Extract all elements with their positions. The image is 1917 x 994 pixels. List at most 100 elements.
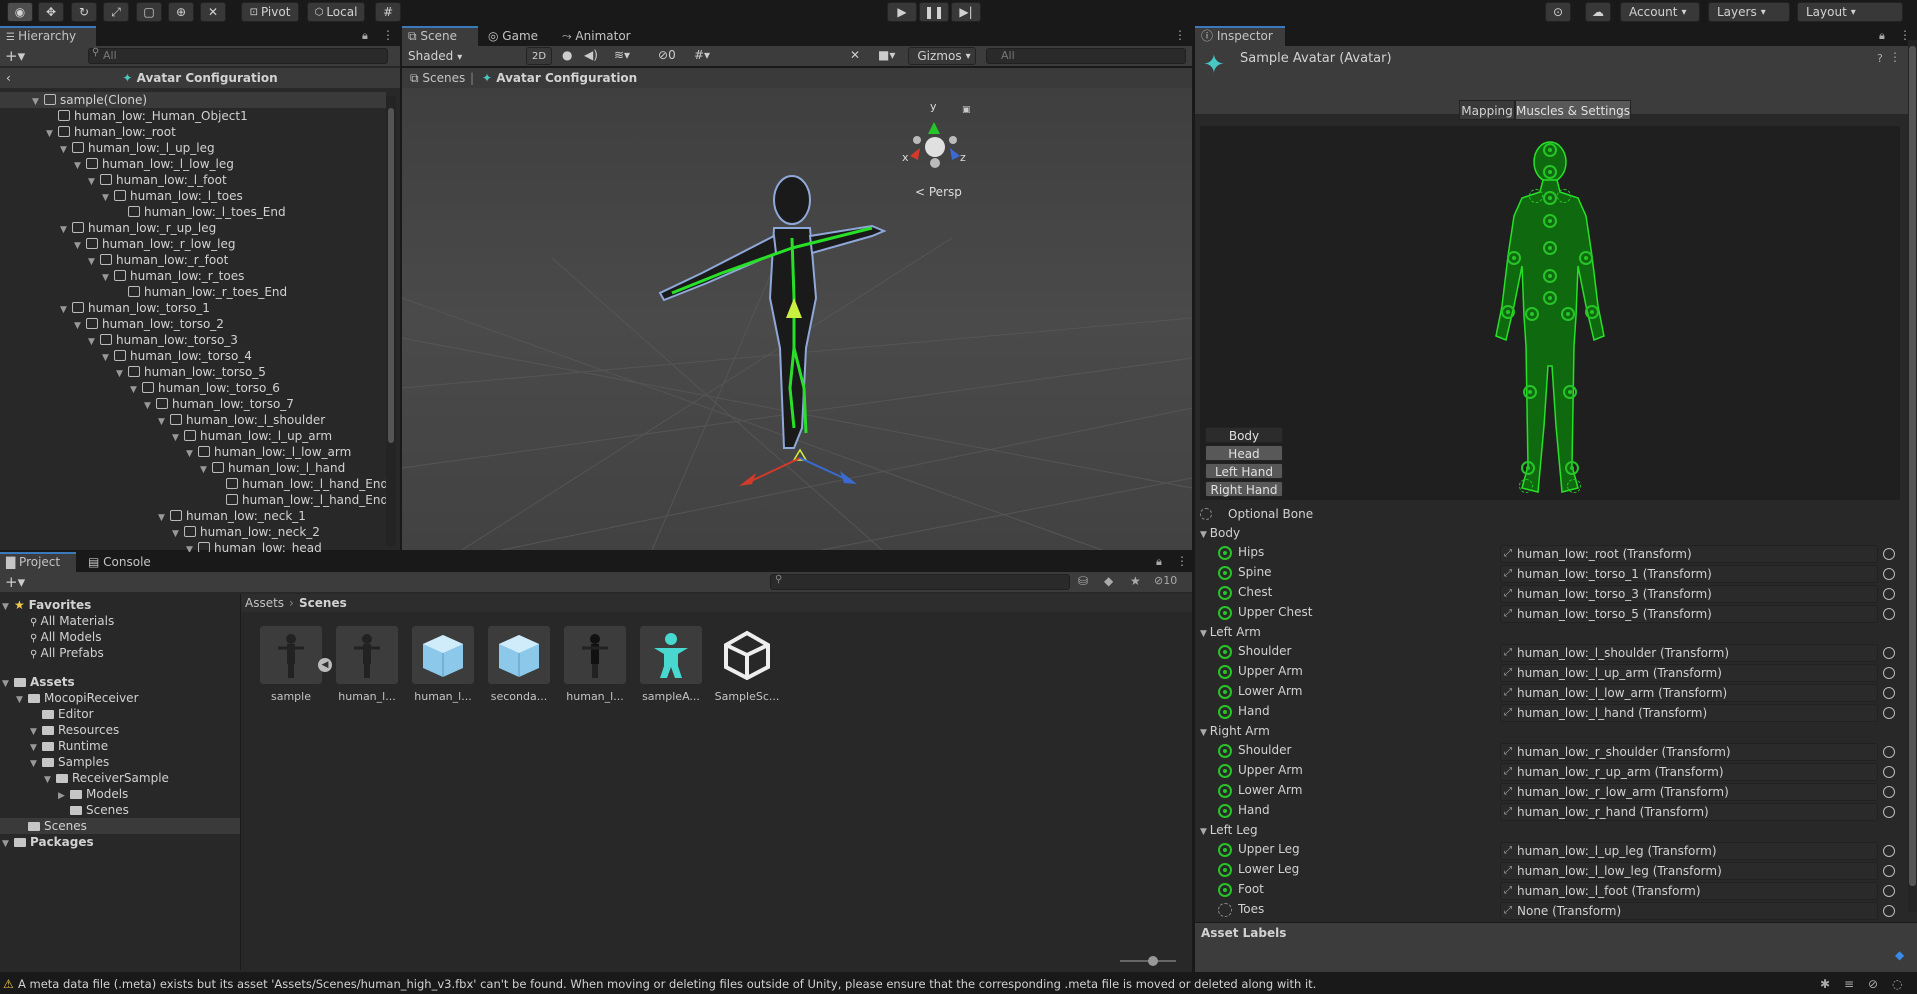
bone-transform-field[interactable]: ⤢ human_low:_l_low_arm (Transform) [1500,684,1878,702]
expand-arrow-icon[interactable]: ▼ [2,676,14,692]
folder-item[interactable]: ▼ Resources [30,722,119,738]
expand-arrow-icon[interactable]: ▼ [74,238,86,254]
hierarchy-item[interactable]: ▼ human_low:_torso_2 [74,316,224,332]
rotate-tool-button[interactable]: ↻ [71,2,97,22]
object-picker-icon[interactable] [1883,885,1895,897]
play-button[interactable]: ▶ [887,2,917,22]
bone-dot-icon[interactable] [1543,143,1557,157]
mapping-tab[interactable]: Mapping [1459,100,1515,120]
hierarchy-item[interactable]: ▼ human_low:_torso_6 [130,380,280,396]
expand-arrow-icon[interactable]: ▼ [60,222,72,238]
expand-arrow-icon[interactable]: ▼ [200,462,212,478]
bone-mapped-icon[interactable] [1218,685,1232,699]
hierarchy-scrollbar[interactable] [386,96,396,546]
bone-dot-icon[interactable] [1523,385,1537,399]
panel-menu-icon[interactable]: ⋮ [382,28,394,42]
favorite-star-icon[interactable]: ★ [1130,574,1141,588]
hierarchy-item[interactable]: ▼ human_low:_l_up_leg [60,140,215,156]
breadcrumb-scenes-folder[interactable]: Scenes [299,594,347,612]
progress-icon[interactable]: ⊘ [1868,974,1878,994]
tab-scene[interactable]: ⧉ Scene [402,26,478,46]
hierarchy-search-input[interactable]: All [88,48,388,64]
asset-item[interactable]: seconda... [484,622,554,712]
view-head-button[interactable]: Head [1205,445,1283,461]
hierarchy-item[interactable]: ▼ human_low:_l_low_arm [186,444,351,460]
hierarchy-item[interactable]: human_low:_r_toes_End [116,284,287,300]
cache-icon[interactable]: ≡ [1844,974,1854,994]
local-button[interactable]: ⬡ Local [307,2,365,22]
expand-arrow-icon[interactable]: ▼ [172,430,184,446]
bone-dot-icon[interactable] [1543,291,1557,305]
tab-console[interactable]: ▤ Console [82,552,162,572]
expand-arrow-icon[interactable]: ▼ [172,526,184,542]
expand-arrow-icon[interactable]: ▼ [46,126,58,142]
object-picker-icon[interactable] [1883,707,1895,719]
folder-item[interactable]: Editor [30,706,94,722]
tag-icon[interactable]: ◆ [1895,948,1904,962]
project-menu-icon[interactable]: ⋮ [1176,554,1188,568]
bone-dot-icon[interactable] [1543,241,1557,255]
rect-tool-button[interactable]: ▢ [136,2,162,22]
hierarchy-item[interactable]: ▼ human_low:_l_toes [102,188,243,204]
camera-icon[interactable]: ■▾ [878,48,895,62]
object-picker-icon[interactable] [1883,766,1895,778]
folder-item[interactable]: ▶ Models [58,786,128,802]
object-picker-icon[interactable] [1883,845,1895,857]
hierarchy-item[interactable]: human_low:_l_hand_End [214,476,388,492]
bone-transform-field[interactable]: ⤢ None (Transform) [1500,902,1878,920]
zoom-slider-thumb[interactable] [1148,956,1158,966]
bone-transform-field[interactable]: ⤢ human_low:_l_hand (Transform) [1500,704,1878,722]
hierarchy-item[interactable]: ▼ human_low:_r_foot [88,252,228,268]
view-tool-button[interactable]: ◉ [7,2,33,22]
bone-mapped-icon[interactable] [1218,586,1232,600]
folder-item[interactable]: ▼ Packages [2,834,94,850]
bone-mapped-icon[interactable] [1218,804,1232,818]
object-picker-icon[interactable] [1883,746,1895,758]
asset-item[interactable]: SampleSc... [712,622,782,712]
tab-hierarchy[interactable]: ☰ Hierarchy [0,26,96,46]
object-picker-icon[interactable] [1883,865,1895,877]
scale-tool-button[interactable]: ⤢ [103,2,129,22]
hierarchy-item[interactable]: ▼ human_low:_l_hand [200,460,345,476]
inspector-lock-icon[interactable]: 🔒︎ [1879,29,1885,43]
object-picker-icon[interactable] [1883,647,1895,659]
breadcrumb-avatar-config[interactable]: ✦ Avatar Configuration [482,68,637,88]
bone-group-header[interactable]: ▼ Left Arm [1200,625,1261,639]
move-tool-button[interactable]: ✥ [38,2,64,22]
bone-transform-field[interactable]: ⤢ human_low:_torso_3 (Transform) [1500,585,1878,603]
tools-icon[interactable]: ✕ [850,48,860,62]
bone-group-header[interactable]: ▼ Body [1200,526,1240,540]
2d-toggle[interactable]: 2D [526,47,552,65]
settings-icon[interactable]: ⋮ [1889,50,1901,64]
object-picker-icon[interactable] [1883,905,1895,917]
hierarchy-item[interactable]: ▼ sample(Clone) [0,92,386,108]
bone-mapped-icon[interactable] [1218,546,1232,560]
bone-dot-icon[interactable] [1521,461,1535,475]
bone-mapped-icon[interactable] [1218,863,1232,877]
bone-group-header[interactable]: ▼ Left Leg [1200,823,1258,837]
bone-dot-icon[interactable] [1567,479,1581,493]
object-picker-icon[interactable] [1883,667,1895,679]
expand-arrow-icon[interactable]: ▼ [44,772,56,788]
create-icon[interactable]: +▾ [5,573,25,591]
bone-dot-icon[interactable] [1563,385,1577,399]
favorite-item[interactable]: ⚲ All Materials [30,613,114,629]
transform-tool-button[interactable]: ⊕ [168,2,194,22]
bone-transform-field[interactable]: ⤢ human_low:_l_foot (Transform) [1500,882,1878,900]
tab-inspector[interactable]: ⓘ Inspector [1195,26,1285,46]
bone-mapped-icon[interactable] [1218,665,1232,679]
bone-mapped-icon[interactable] [1218,883,1232,897]
bone-mapped-icon[interactable] [1218,606,1232,620]
object-picker-icon[interactable] [1883,806,1895,818]
folder-item[interactable]: ▼ Assets [2,674,75,690]
expand-arrow-icon[interactable]: ▼ [88,174,100,190]
expand-arrow-icon[interactable]: ▼ [16,692,28,708]
hierarchy-item[interactable]: ▼ human_low:_l_low_leg [74,156,234,172]
expand-arrow-icon[interactable]: ▼ [74,318,86,334]
foldout-arrow-icon[interactable]: ▼ [1200,827,1210,837]
persp-label[interactable]: < Persp [915,185,962,199]
hierarchy-item[interactable]: ▼ human_low:_r_toes [102,268,244,284]
expand-arrow-icon[interactable]: ▼ [130,382,142,398]
hierarchy-item[interactable]: ▼ human_low:_r_up_leg [60,220,216,236]
hierarchy-item[interactable]: ▼ human_low:_root [46,124,176,140]
